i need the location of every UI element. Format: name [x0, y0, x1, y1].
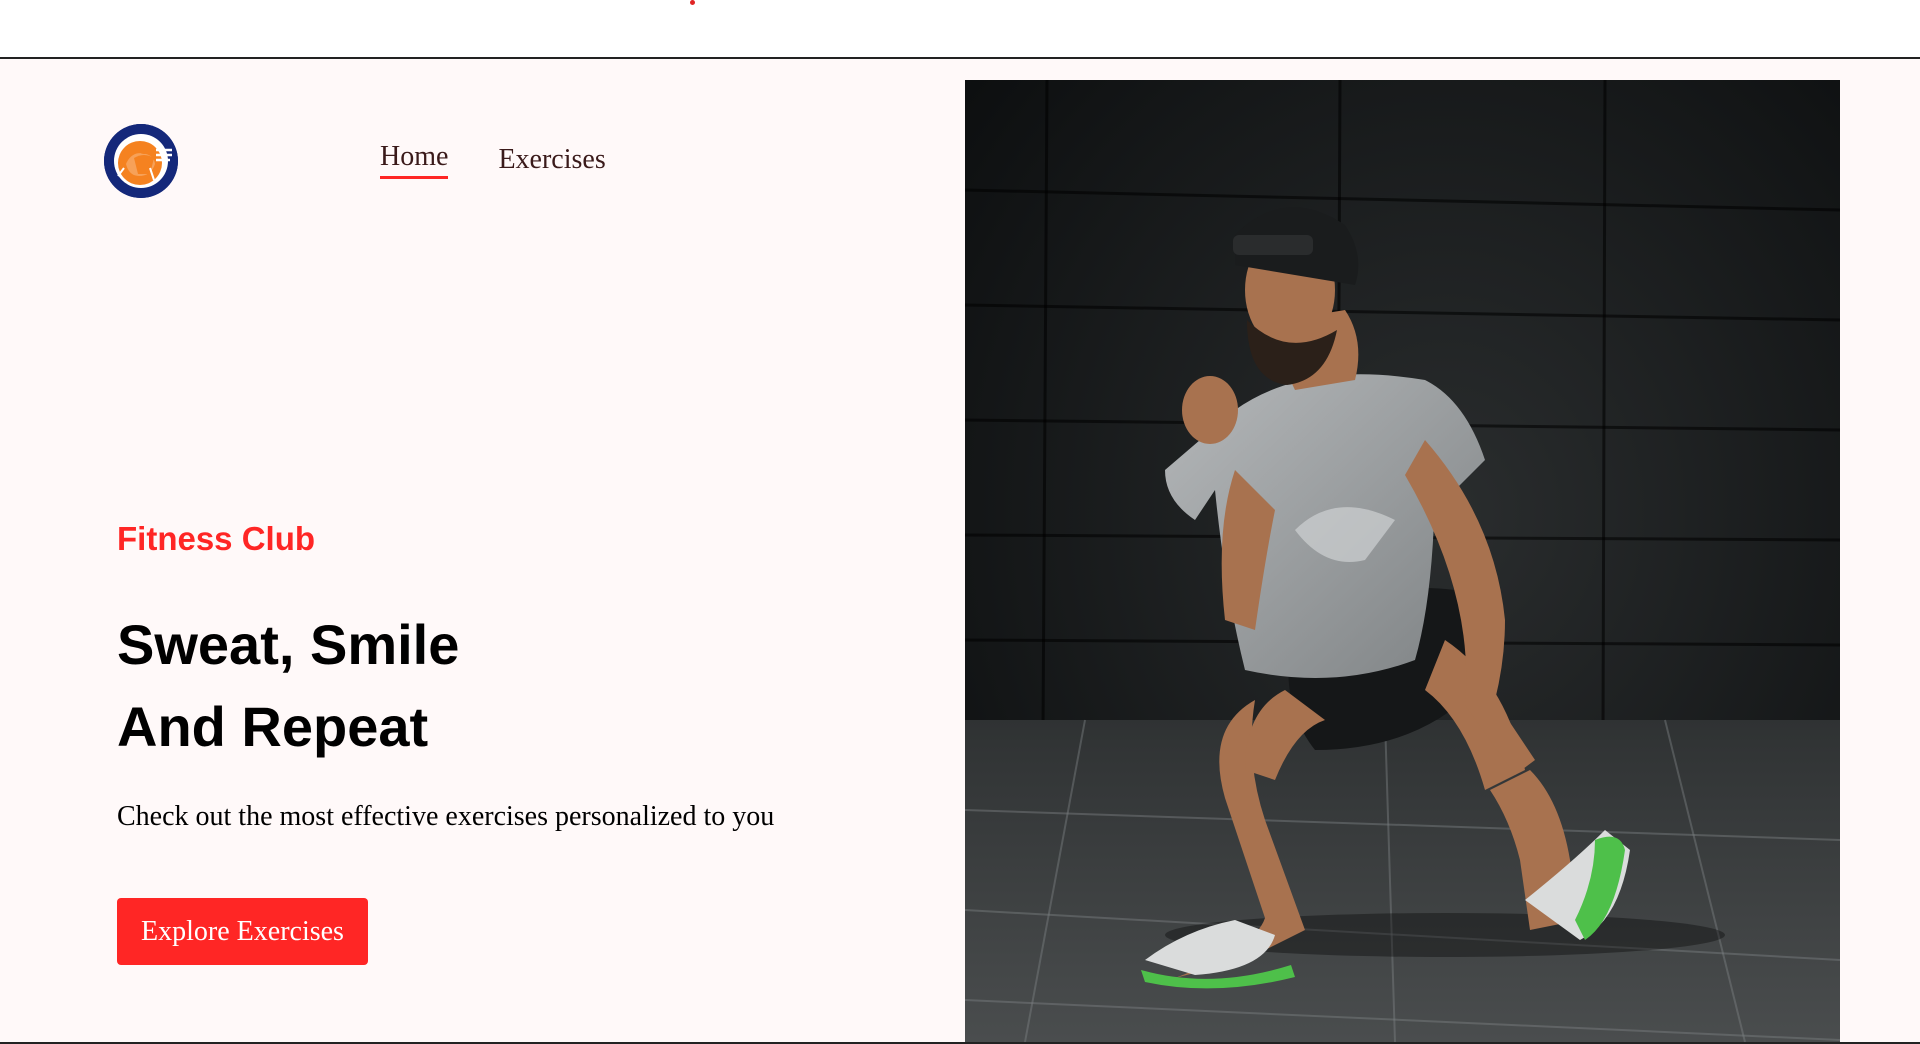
explore-exercises-button[interactable]: Explore Exercises: [117, 898, 368, 965]
headline-line-1: Sweat, Smile: [117, 613, 460, 676]
main-nav: Home Exercises: [380, 139, 606, 179]
headline-line-2: And Repeat: [117, 695, 429, 758]
top-indicator-dot: [690, 0, 695, 5]
gym-logo-icon[interactable]: [104, 124, 178, 198]
nav-item-exercises[interactable]: Exercises: [498, 142, 605, 179]
nav-item-home[interactable]: Home: [380, 139, 449, 179]
top-bar: [0, 0, 1920, 59]
hero-headline: Sweat, Smile And Repeat: [117, 604, 459, 768]
eyebrow-title: Fitness Club: [117, 520, 316, 557]
athlete-lunge-photo: [965, 80, 1840, 1042]
hero-subtext: Check out the most effective exercises p…: [117, 801, 775, 832]
